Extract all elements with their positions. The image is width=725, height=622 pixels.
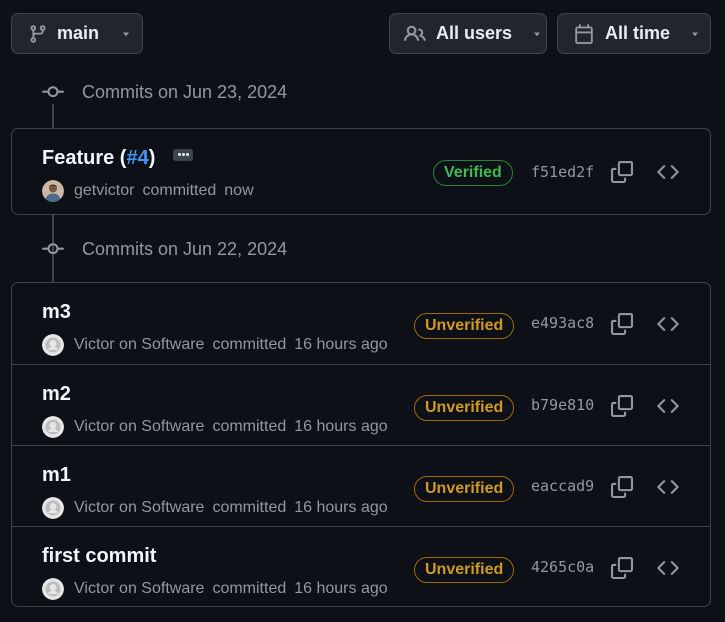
avatar[interactable] xyxy=(42,334,64,356)
copy-icon[interactable] xyxy=(609,474,635,500)
avatar[interactable] xyxy=(42,180,64,202)
avatar[interactable] xyxy=(42,416,64,438)
commit-row: Feature (#4) getvictor committed now Verif… xyxy=(12,129,710,214)
avatar[interactable] xyxy=(42,578,64,600)
calendar-icon xyxy=(573,23,595,45)
code-icon[interactable] xyxy=(655,159,681,185)
commit-author[interactable]: Victor on Software xyxy=(74,499,204,517)
commit-action: committed xyxy=(212,499,287,516)
copy-icon[interactable] xyxy=(609,555,635,581)
commit-title[interactable]: Feature (#4) xyxy=(42,147,194,170)
chevron-down-icon xyxy=(530,27,544,41)
commit-list: m3 Victor on Software committed 16 hours a… xyxy=(11,282,711,607)
git-commit-icon xyxy=(38,77,68,107)
commits-toolbar: main All users All time xyxy=(0,0,725,60)
commit-row: m3 Victor on Software committed 16 hours a… xyxy=(12,283,710,364)
commit-meta: Victor on Software committed 16 hours ago xyxy=(42,334,388,356)
commit-action: committed xyxy=(212,418,287,435)
code-icon[interactable] xyxy=(655,311,681,337)
code-icon[interactable] xyxy=(655,555,681,581)
chevron-down-icon xyxy=(119,27,133,41)
commit-sha[interactable]: f51ed2f xyxy=(531,163,594,181)
users-filter-label: All users xyxy=(436,23,513,43)
code-icon[interactable] xyxy=(655,393,681,419)
unverified-badge[interactable]: Unverified xyxy=(414,313,515,339)
copy-icon[interactable] xyxy=(609,311,635,337)
commit-row: m1 Victor on Software committed 16 hours a… xyxy=(12,445,710,526)
branch-select-button[interactable]: main xyxy=(11,13,143,54)
commit-meta: getvictor committed now xyxy=(42,180,254,202)
commit-title[interactable]: m3 xyxy=(42,301,71,324)
people-icon xyxy=(404,23,426,45)
commit-title[interactable]: first commit xyxy=(42,545,156,568)
branch-label: main xyxy=(57,23,100,43)
avatar[interactable] xyxy=(42,497,64,519)
time-filter-label: All time xyxy=(605,23,671,43)
commit-time: now xyxy=(224,182,254,199)
commit-time: 16 hours ago xyxy=(294,499,388,516)
commit-author[interactable]: Victor on Software xyxy=(74,336,204,354)
users-filter-button[interactable]: All users xyxy=(389,13,547,54)
commit-sha[interactable]: eaccad9 xyxy=(531,477,594,495)
commit-sha[interactable]: 4265c0a xyxy=(531,558,594,576)
unverified-badge[interactable]: Unverified xyxy=(414,476,515,502)
unverified-badge[interactable]: Unverified xyxy=(414,557,515,583)
commit-row: m2 Victor on Software committed 16 hours a… xyxy=(12,364,710,445)
commit-title-text: Feature ( xyxy=(42,147,127,169)
timeline-line xyxy=(52,104,54,129)
commit-meta: Victor on Software committed 16 hours ago xyxy=(42,497,388,519)
code-icon[interactable] xyxy=(655,474,681,500)
commit-sha[interactable]: e493ac8 xyxy=(531,314,594,332)
commit-group-header: Commits on Jun 23, 2024 xyxy=(38,77,287,107)
commit-group-date: Commits on Jun 22, 2024 xyxy=(82,238,288,259)
expand-message-button[interactable] xyxy=(173,148,194,161)
unverified-badge[interactable]: Unverified xyxy=(414,395,515,421)
commit-meta: Victor on Software committed 16 hours ago xyxy=(42,578,388,600)
commit-time: 16 hours ago xyxy=(294,580,388,597)
commit-sha[interactable]: b79e810 xyxy=(531,396,594,414)
commit-title[interactable]: m1 xyxy=(42,464,71,487)
commit-time: 16 hours ago xyxy=(294,336,388,353)
commit-action: committed xyxy=(212,336,287,353)
commit-author[interactable]: getvictor xyxy=(74,182,134,200)
git-branch-icon xyxy=(27,23,49,45)
commit-action: committed xyxy=(142,182,217,199)
chevron-down-icon xyxy=(688,27,702,41)
copy-icon[interactable] xyxy=(609,393,635,419)
commit-row: first commit Victor on Software committed… xyxy=(12,526,710,606)
time-filter-button[interactable]: All time xyxy=(557,13,711,54)
commit-group-date: Commits on Jun 23, 2024 xyxy=(82,81,288,102)
commit-action: committed xyxy=(212,580,287,597)
commit-group-header: Commits on Jun 22, 2024 xyxy=(38,234,287,264)
commit-meta: Victor on Software committed 16 hours ago xyxy=(42,416,388,438)
commit-time: 16 hours ago xyxy=(294,418,388,435)
copy-icon[interactable] xyxy=(609,159,635,185)
git-commit-icon xyxy=(38,234,68,264)
commit-title[interactable]: m2 xyxy=(42,383,71,406)
commit-title-suffix: ) xyxy=(148,147,156,169)
commit-author[interactable]: Victor on Software xyxy=(74,418,204,436)
verified-badge[interactable]: Verified xyxy=(433,160,513,186)
commit-list: Feature (#4) getvictor committed now Verif… xyxy=(11,128,711,215)
commit-author[interactable]: Victor on Software xyxy=(74,580,204,598)
pull-request-link[interactable]: #4 xyxy=(126,147,148,170)
